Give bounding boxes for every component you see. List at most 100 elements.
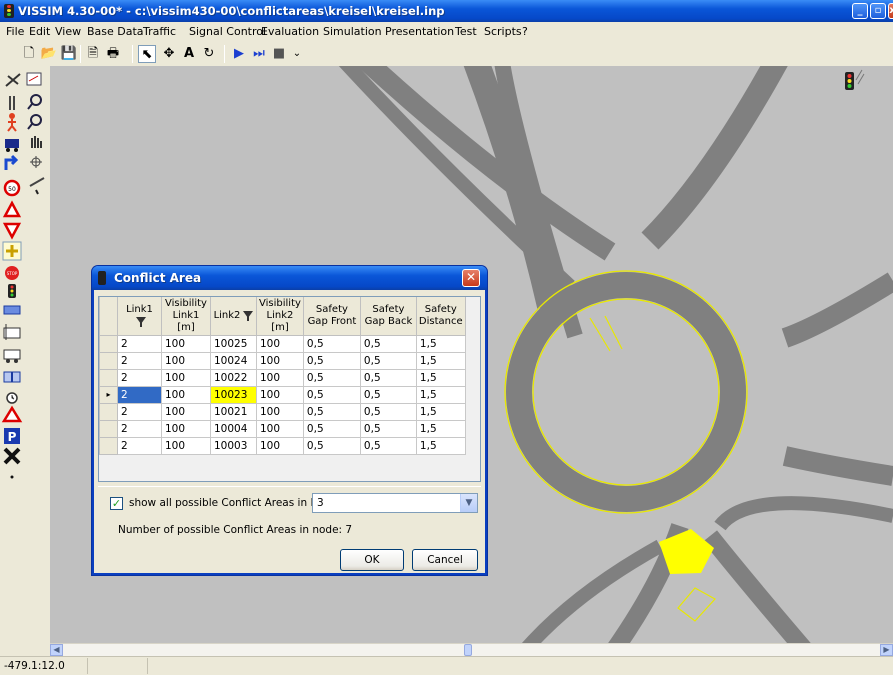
routing-decision-icon[interactable] xyxy=(4,154,19,170)
menu-view[interactable]: View xyxy=(55,25,81,38)
table-row[interactable]: 2 100 10022 100 0,5 0,5 1,5 xyxy=(99,368,466,387)
column-header-safety-gap-back[interactable]: Safety Gap Back xyxy=(359,297,417,336)
row-header[interactable] xyxy=(99,436,118,455)
priority-rule-icon[interactable] xyxy=(2,200,22,218)
cell-link2-highlighted[interactable]: 10023 xyxy=(210,385,257,404)
cell-safety-gap-front[interactable]: 0,5 xyxy=(302,351,361,370)
cell-visibility-link1[interactable]: 100 xyxy=(161,419,211,438)
scroll-right-arrow[interactable]: ▶ xyxy=(880,644,893,656)
cell-link1[interactable]: 2 xyxy=(117,402,162,421)
cell-link2[interactable]: 10022 xyxy=(210,368,257,387)
cell-link2[interactable]: 10025 xyxy=(210,334,257,353)
ok-button[interactable]: OK xyxy=(340,549,404,571)
select-cursor-icon[interactable]: ⬉ xyxy=(138,45,156,63)
cell-visibility-link2[interactable]: 100 xyxy=(256,334,304,353)
zoom-in-icon[interactable] xyxy=(27,94,42,110)
menu-base-data[interactable]: Base Data xyxy=(87,25,144,38)
hand-pan-icon[interactable] xyxy=(31,136,42,148)
close-tool-icon[interactable] xyxy=(3,447,21,465)
menu-scripts[interactable]: Scripts xyxy=(484,25,522,38)
menu-file[interactable]: File xyxy=(6,25,24,38)
dialog-title-bar[interactable]: Conflict Area ✕ xyxy=(92,266,487,290)
more-tools-icon[interactable] xyxy=(10,475,14,479)
cell-visibility-link1[interactable]: 100 xyxy=(161,334,211,353)
vehicle-input-icon[interactable] xyxy=(9,96,15,110)
cell-safety-gap-front[interactable]: 0,5 xyxy=(302,419,361,438)
road-link[interactable] xyxy=(714,496,893,531)
new-file-icon[interactable]: 🗋 xyxy=(20,45,38,63)
cell-safety-distance[interactable]: 1,5 xyxy=(415,419,466,438)
public-transport-stop-icon[interactable] xyxy=(3,324,21,340)
detector-icon[interactable] xyxy=(3,305,21,315)
cell-safety-distance[interactable]: 1,5 xyxy=(415,402,466,421)
zoom-out-icon[interactable] xyxy=(27,114,42,130)
cell-safety-distance[interactable]: 1,5 xyxy=(415,351,466,370)
road-link[interactable] xyxy=(781,272,893,348)
vehicle-type-icon[interactable] xyxy=(5,139,19,152)
cell-safety-gap-front[interactable]: 0,5 xyxy=(302,436,361,455)
table-row[interactable]: 2 100 10025 100 0,5 0,5 1,5 xyxy=(99,334,466,353)
cell-visibility-link2[interactable]: 100 xyxy=(256,419,304,438)
text-label-icon[interactable]: A xyxy=(180,45,198,63)
cell-visibility-link2[interactable]: 100 xyxy=(256,368,304,387)
minimize-button[interactable]: _ xyxy=(852,3,868,19)
travel-time-icon[interactable] xyxy=(6,392,18,404)
cell-safety-gap-back[interactable]: 0,5 xyxy=(359,368,417,387)
chevron-down-icon[interactable]: ▼ xyxy=(460,494,477,512)
cell-visibility-link1[interactable]: 100 xyxy=(161,351,211,370)
horizontal-scrollbar[interactable]: ◀ ▶ xyxy=(50,643,893,656)
menu-evaluation[interactable]: Evaluation xyxy=(261,25,319,38)
table-row-selected[interactable]: ▸ 2 100 10023 100 0,5 0,5 1,5 xyxy=(99,385,466,404)
cell-link2[interactable]: 10024 xyxy=(210,351,257,370)
yield-icon[interactable] xyxy=(2,222,22,240)
row-header[interactable] xyxy=(99,419,118,438)
signal-controller-icon[interactable] xyxy=(845,69,865,90)
cell-safety-gap-front[interactable]: 0,5 xyxy=(302,334,361,353)
column-header-safety-gap-front[interactable]: Safety Gap Front xyxy=(302,297,361,336)
rotate-icon[interactable]: ↻ xyxy=(200,45,218,63)
menu-edit[interactable]: Edit xyxy=(29,25,50,38)
row-header[interactable] xyxy=(99,402,118,421)
pedestrian-icon[interactable] xyxy=(7,113,17,132)
column-header-visibility-link2[interactable]: Visibility Link2 [m] xyxy=(256,297,304,336)
toolbar-more-icon[interactable]: ⌄ xyxy=(288,45,306,63)
menu-signal-control[interactable]: Signal Control xyxy=(189,25,266,38)
conflict-tool-icon[interactable] xyxy=(29,177,45,195)
row-header[interactable] xyxy=(99,368,118,387)
scroll-thumb[interactable] xyxy=(464,644,472,656)
cell-link1[interactable]: 2 xyxy=(117,368,162,387)
row-pointer-icon[interactable]: ▸ xyxy=(99,385,118,404)
column-header-visibility-link1[interactable]: Visibility Link1 [m] xyxy=(161,297,211,336)
cell-visibility-link2[interactable]: 100 xyxy=(256,385,304,404)
cell-link1[interactable]: 2 xyxy=(117,385,162,404)
table-row[interactable]: 2 100 10003 100 0,5 0,5 1,5 xyxy=(99,436,466,455)
column-header-link2[interactable]: Link2 xyxy=(210,297,257,336)
stop-sign-icon[interactable]: STOP xyxy=(5,266,19,280)
bus-line-icon[interactable] xyxy=(3,349,21,363)
node-select[interactable]: 3 ▼ xyxy=(312,493,478,513)
cell-visibility-link1[interactable]: 100 xyxy=(161,436,211,455)
cell-visibility-link2[interactable]: 100 xyxy=(256,436,304,455)
column-header-link1[interactable]: Link1 xyxy=(117,297,162,336)
signal-head-icon[interactable] xyxy=(8,284,16,298)
menu-simulation[interactable]: Simulation xyxy=(323,25,382,38)
show-all-conflict-areas-checkbox[interactable]: ✓ xyxy=(110,497,123,510)
cell-safety-gap-back[interactable]: 0,5 xyxy=(359,385,417,404)
roundabout-ring[interactable] xyxy=(506,272,746,512)
filter-icon[interactable] xyxy=(243,311,254,322)
row-header[interactable] xyxy=(99,334,118,353)
column-header-safety-distance[interactable]: Safety Distance xyxy=(415,297,466,336)
save-icon[interactable]: 💾 xyxy=(60,45,78,63)
cell-visibility-link1[interactable]: 100 xyxy=(161,385,211,404)
cell-link2[interactable]: 10004 xyxy=(210,419,257,438)
cell-safety-gap-back[interactable]: 0,5 xyxy=(359,419,417,438)
print-preview-icon[interactable]: 🗎 xyxy=(84,45,102,63)
pan-icon[interactable]: ✥ xyxy=(160,45,178,63)
cell-safety-gap-back[interactable]: 0,5 xyxy=(359,351,417,370)
open-folder-icon[interactable]: 📂 xyxy=(40,45,58,63)
cell-link1[interactable]: 2 xyxy=(117,351,162,370)
speed-limit-icon[interactable]: 50 xyxy=(3,179,21,197)
road-link[interactable] xyxy=(782,446,893,486)
cell-link1[interactable]: 2 xyxy=(117,419,162,438)
cell-link2[interactable]: 10021 xyxy=(210,402,257,421)
